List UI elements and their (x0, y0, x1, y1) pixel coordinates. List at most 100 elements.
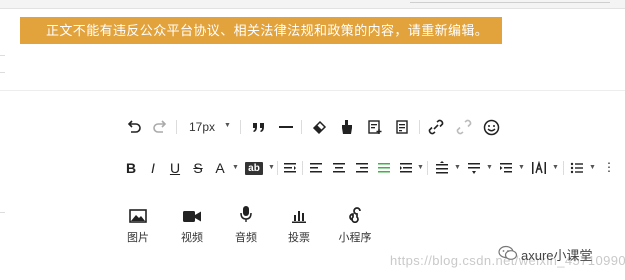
justify-button[interactable] (376, 158, 392, 178)
wechat-logo-icon (498, 245, 518, 266)
image-icon (129, 209, 147, 223)
video-camera-icon (183, 211, 201, 222)
justify-icon (378, 163, 390, 173)
bullet-list-icon (570, 162, 583, 174)
format-painter-button[interactable] (338, 117, 356, 137)
line-spacing-button[interactable] (434, 158, 450, 178)
clear-format-icon (312, 120, 327, 135)
align-right-button[interactable] (354, 158, 370, 178)
insert-miniprogram-label: 小程序 (338, 232, 372, 244)
bar-chart-icon (292, 211, 306, 223)
strikethrough-button[interactable]: S (191, 158, 205, 178)
quote-icon (253, 123, 264, 132)
chevron-down-icon: ▼ (232, 164, 239, 171)
line-spacing-icon (436, 161, 448, 174)
insert-vote-button[interactable]: 投票 (278, 205, 320, 245)
document-button[interactable] (393, 117, 411, 137)
indent-button[interactable] (282, 158, 298, 178)
margin-mark (0, 72, 5, 73)
content-warning-banner: 正文不能有违反公众平台协议、相关法律法规和政策的内容，请重新编辑。 (20, 17, 502, 44)
italic-icon: I (151, 160, 155, 176)
separator (240, 120, 241, 134)
margin-mark (0, 55, 5, 56)
redo-button[interactable] (151, 117, 169, 137)
document-icon (396, 120, 408, 134)
chevron-down-icon: ▼ (454, 164, 461, 171)
toolbar-row-2: B I U S A ▼ ab ▼ ▼ ▼ ▼ ▼ ▼ ▼ ⋮ (0, 158, 625, 180)
separator (563, 161, 564, 175)
insert-miniprogram-button[interactable]: 小程序 (334, 205, 376, 245)
background-color-button[interactable]: ab (243, 158, 265, 178)
redo-icon (153, 120, 167, 133)
insert-video-label: 视频 (181, 232, 203, 244)
chevron-down-icon: ▼ (518, 164, 525, 171)
chevron-down-icon: ▼ (268, 164, 275, 171)
italic-button[interactable]: I (146, 158, 160, 178)
chevron-down-icon: ▼ (486, 164, 493, 171)
microphone-icon (240, 206, 252, 222)
top-bar-line (410, 2, 610, 3)
separator (277, 161, 278, 175)
undo-icon (127, 120, 141, 133)
strikethrough-icon: S (193, 160, 203, 176)
chevron-down-icon: ▼ (589, 164, 596, 171)
more-icon[interactable]: ⋮ (603, 160, 615, 174)
background-color-icon: ab (245, 161, 263, 175)
underline-button[interactable]: U (168, 158, 182, 178)
separator (301, 120, 302, 134)
letter-indent-icon (500, 163, 512, 173)
miniprogram-icon (349, 207, 361, 223)
paragraph-spacing-icon (468, 163, 480, 174)
insert-image-label: 图片 (127, 232, 149, 244)
bold-button[interactable]: B (124, 158, 138, 178)
align-left-button[interactable] (308, 158, 324, 178)
insert-template-button[interactable] (366, 117, 384, 137)
margin-mark (0, 212, 5, 213)
font-color-button[interactable]: A (213, 158, 227, 178)
bullet-list-button[interactable] (569, 158, 585, 178)
separator (176, 120, 177, 134)
chevron-down-icon: ▼ (417, 164, 424, 171)
blockquote-button[interactable] (250, 117, 268, 137)
horizontal-rule-button[interactable] (277, 117, 295, 137)
insert-video-button[interactable]: 视频 (171, 205, 213, 245)
list-indent-button[interactable] (398, 158, 414, 178)
font-size-select[interactable]: 17px (186, 117, 218, 137)
format-painter-icon (342, 120, 352, 134)
clear-format-button[interactable] (310, 117, 328, 137)
letter-spacing-icon (532, 161, 546, 174)
align-left-icon (310, 163, 322, 173)
unlink-icon (456, 119, 472, 135)
separator (302, 161, 303, 175)
font-size-value: 17px (188, 120, 216, 134)
template-icon (368, 120, 382, 134)
list-indent-icon (400, 163, 412, 173)
paragraph-spacing-button[interactable] (466, 158, 482, 178)
undo-button[interactable] (125, 117, 143, 137)
separator (419, 120, 420, 134)
watermark-brand: axure小课堂 (521, 248, 593, 263)
insert-vote-label: 投票 (288, 232, 310, 244)
letter-spacing-button[interactable] (530, 158, 548, 178)
chevron-down-icon: ▼ (552, 164, 559, 171)
link-button[interactable] (427, 117, 445, 137)
insert-audio-label: 音频 (235, 232, 257, 244)
emoji-button[interactable] (482, 117, 500, 137)
emoji-icon (483, 119, 499, 135)
align-right-icon (356, 163, 368, 173)
indent-icon (284, 163, 296, 173)
bold-icon: B (125, 160, 137, 176)
align-center-button[interactable] (331, 158, 347, 178)
horizontal-rule-icon (279, 126, 293, 128)
warning-text: 正文不能有违反公众平台协议、相关法律法规和政策的内容，请重新编辑。 (46, 23, 489, 38)
chevron-down-icon: ▼ (224, 122, 231, 129)
font-color-icon: A (215, 160, 225, 176)
letter-indent-button[interactable] (498, 158, 514, 178)
separator (427, 161, 428, 175)
editor-divider (0, 90, 625, 91)
unlink-button[interactable] (455, 117, 473, 137)
underline-icon: U (169, 160, 181, 176)
insert-image-button[interactable]: 图片 (117, 205, 159, 245)
insert-audio-button[interactable]: 音频 (225, 205, 267, 245)
link-icon (428, 119, 444, 135)
